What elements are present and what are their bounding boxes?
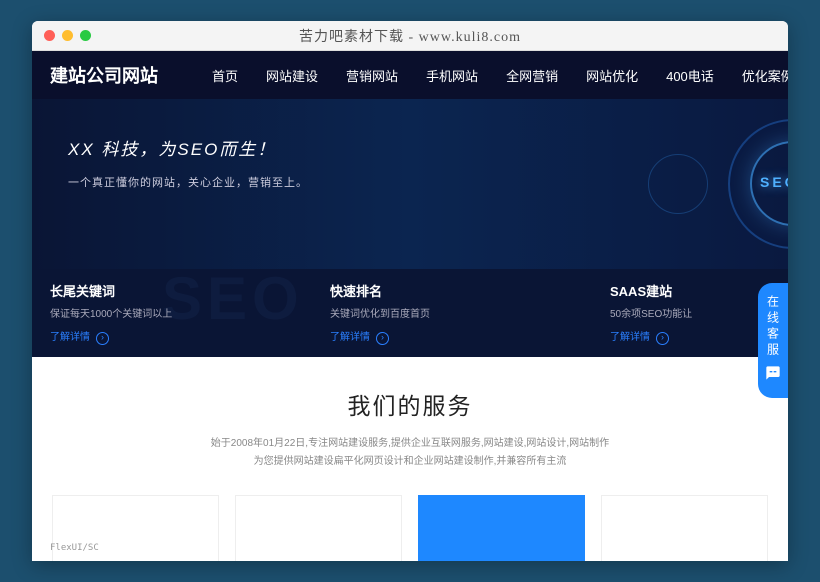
service-cards xyxy=(32,495,788,561)
page-content: 建站公司网站 首页 网站建设 营销网站 手机网站 全网营销 网站优化 400电话… xyxy=(32,51,788,561)
titlebar: 苦力吧素材下载 - www.kuli8.com xyxy=(32,21,788,51)
service-card[interactable] xyxy=(601,495,768,561)
feature-link[interactable]: 了解详情 xyxy=(330,328,574,345)
nav-home[interactable]: 首页 xyxy=(198,66,252,85)
chat-icon xyxy=(758,365,788,386)
feature-desc: 50余项SEO功能让 xyxy=(610,305,788,320)
nav-full[interactable]: 全网营销 xyxy=(492,66,572,85)
nav-build[interactable]: 网站建设 xyxy=(252,66,332,85)
feature-desc: 关键词优化到百度首页 xyxy=(330,305,574,320)
feature-card-1: 快速排名 关键词优化到百度首页 了解详情 xyxy=(312,269,592,357)
feature-title: 快速排名 xyxy=(330,281,574,300)
nav-mobile[interactable]: 手机网站 xyxy=(412,66,492,85)
navbar: 建站公司网站 首页 网站建设 营销网站 手机网站 全网营销 网站优化 400电话… xyxy=(32,51,788,99)
feature-desc: 保证每天1000个关键词以上 xyxy=(50,305,294,320)
feature-title: SAAS建站 xyxy=(610,281,788,300)
browser-frame: 苦力吧素材下载 - www.kuli8.com 建站公司网站 首页 网站建设 营… xyxy=(32,21,788,561)
features-row: SEO 长尾关键词 保证每天1000个关键词以上 了解详情 快速排名 关键词优化… xyxy=(32,269,788,357)
maximize-icon[interactable] xyxy=(80,30,91,41)
services-desc-1: 始于2008年01月22日,专注网站建设服务,提供企业互联网服务,网站建设,网站… xyxy=(32,435,788,453)
feature-title: 长尾关键词 xyxy=(50,281,294,300)
site-logo[interactable]: 建站公司网站 xyxy=(50,62,158,88)
close-icon[interactable] xyxy=(44,30,55,41)
badge-text: FlexUI/SC xyxy=(50,543,99,553)
feature-card-2: SAAS建站 50余项SEO功能让 了解详情 xyxy=(592,269,788,357)
seo-label: SEO xyxy=(760,174,788,190)
nav-marketing[interactable]: 营销网站 xyxy=(332,66,412,85)
services-title: 我们的服务 xyxy=(32,387,788,421)
feature-link[interactable]: 了解详情 xyxy=(610,328,788,345)
nav-400[interactable]: 400电话 xyxy=(652,66,728,85)
feature-link[interactable]: 了解详情 xyxy=(50,328,294,345)
nav-optimize[interactable]: 网站优化 xyxy=(572,66,652,85)
hero-banner: XX 科技，为SEO而生！ 一个真正懂你的网站，关心企业，营销至上。 SEO S… xyxy=(32,99,788,269)
window-title: 苦力吧素材下载 - www.kuli8.com xyxy=(299,26,521,46)
window-controls xyxy=(44,30,91,41)
service-card-active[interactable] xyxy=(418,495,585,561)
minimize-icon[interactable] xyxy=(62,30,73,41)
nav-cases[interactable]: 优化案例 xyxy=(728,66,788,85)
services-section: 我们的服务 始于2008年01月22日,专注网站建设服务,提供企业互联网服务,网… xyxy=(32,357,788,561)
service-card[interactable] xyxy=(235,495,402,561)
feature-card-0: 长尾关键词 保证每天1000个关键词以上 了解详情 xyxy=(32,269,312,357)
services-desc-2: 为您提供网站建设扁平化网页设计和企业网站建设制作,并兼容所有主流 xyxy=(32,453,788,471)
